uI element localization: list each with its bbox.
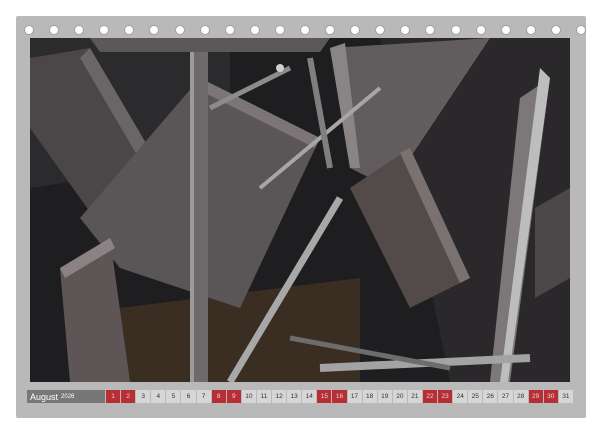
calendar-day: 29 [528, 390, 543, 403]
calendar-day: 3 [136, 390, 151, 403]
steel-photo [30, 38, 570, 382]
calendar-day: 18 [362, 390, 377, 403]
binding-ring [49, 25, 60, 35]
binding-ring [525, 25, 536, 35]
binding-ring [375, 25, 386, 35]
calendar-day: 30 [543, 390, 558, 403]
calendar-day: 28 [513, 390, 528, 403]
month-name: August [30, 391, 59, 402]
day-strip: 1 2 3 4 5 6 7 8 9 10 11 12 13 14 15 16 17 18 19 20 21 22 23 24 2… [106, 390, 573, 403]
binding-ring [350, 25, 361, 35]
calendar-day: 19 [377, 390, 392, 403]
binding-ring [199, 25, 210, 35]
calendar-day: 4 [151, 390, 166, 403]
calendar-bar: August 2026 1 2 3 4 5 6 7 8 9 10 11 12 13 14 15 16 17 18 1… [27, 390, 573, 403]
binding-ring [149, 25, 160, 35]
month-year: 2026 [61, 393, 75, 400]
binding-ring [500, 25, 511, 35]
steel-photo-illustration [30, 38, 570, 382]
calendar-day: 7 [196, 390, 211, 403]
calendar-day: 8 [211, 390, 226, 403]
calendar-day: 27 [498, 390, 513, 403]
binding-ring [325, 25, 336, 35]
calendar-day: 12 [272, 390, 287, 403]
calendar-day: 9 [226, 390, 241, 403]
binding-ring [300, 25, 310, 35]
binding-ring [400, 25, 411, 35]
binding-ring [124, 25, 135, 35]
calendar-day: 10 [241, 390, 256, 403]
calendar-day: 25 [468, 390, 483, 403]
binding-ring [274, 25, 285, 35]
calendar-day: 22 [422, 390, 438, 403]
month-label: August 2026 [27, 390, 105, 403]
calendar-day: 13 [287, 390, 302, 403]
binding-ring [425, 25, 436, 35]
calendar-day: 11 [256, 390, 272, 403]
calendar-day: 2 [121, 390, 136, 403]
calendar-day: 17 [347, 390, 362, 403]
calendar-day: 24 [453, 390, 468, 403]
binding-ring [450, 25, 461, 35]
binding-ring [224, 25, 235, 35]
calendar-day: 6 [181, 390, 196, 403]
binding-ring [475, 25, 486, 35]
calendar-day: 20 [392, 390, 407, 403]
binding-ring [24, 25, 34, 35]
binding-ring [74, 25, 85, 35]
calendar-day: 1 [106, 390, 121, 403]
calendar-day: 15 [317, 390, 332, 403]
calendar-day: 26 [483, 390, 498, 403]
binding-ring [99, 25, 110, 35]
binding-ring [249, 25, 260, 35]
calendar-day: 14 [302, 390, 317, 403]
binding-ring [174, 25, 185, 35]
calendar-day: 31 [558, 390, 573, 403]
calendar-day: 16 [332, 390, 347, 403]
binding-ring [576, 25, 586, 35]
calendar-day: 5 [166, 390, 181, 403]
calendar-day: 23 [438, 390, 453, 403]
binding-ring [550, 25, 561, 35]
calendar-day: 21 [407, 390, 422, 403]
